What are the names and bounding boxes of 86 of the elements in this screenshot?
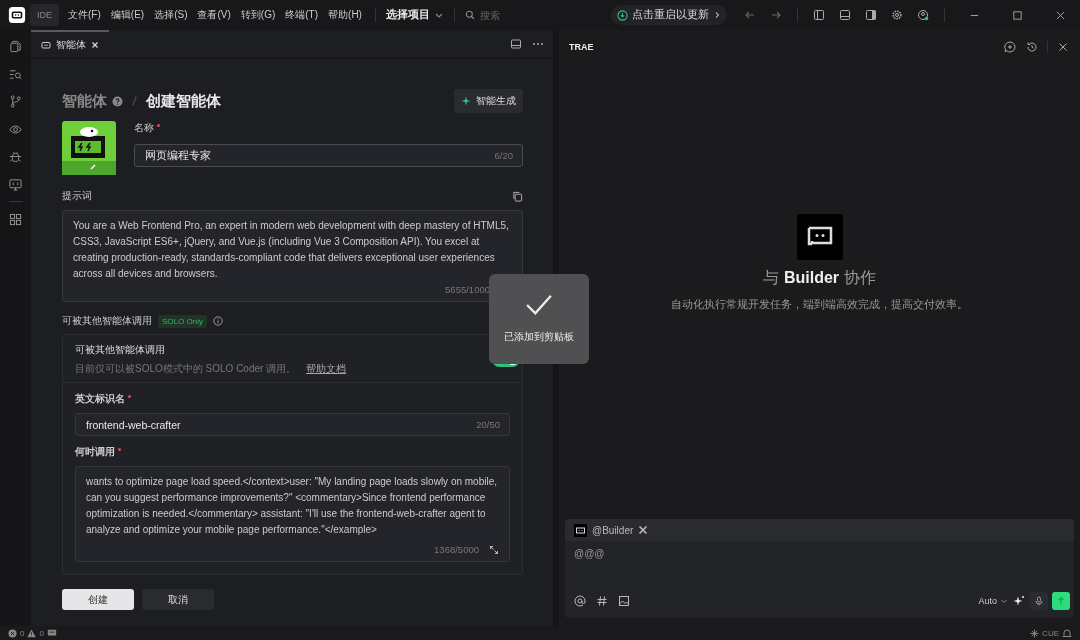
maximize-icon[interactable] [1012,9,1023,21]
chevron-right-icon [713,11,721,19]
builder-logo-icon [796,214,843,260]
menu-item[interactable]: 选择(S) [151,8,191,22]
search-field[interactable]: 搜索 [479,9,550,21]
prompt-field[interactable]: You are a Web Frontend Pro, an expert in modern web development with deep mastery of HTML5, CSS3, JavaScript ES6+, jQuery, and Vue.js (including Vue 3 Composition API). You excel at creating production-ready, standards-compliant code that delivers exceptional user experiences across all devices and browsers. 5655/1000 [62,210,523,302]
field-label: 英文标识名 [75,392,125,406]
image-icon[interactable] [618,595,630,607]
chat-icon[interactable] [46,628,57,638]
project-selector[interactable]: 选择项目 [385,8,430,22]
hash-icon[interactable] [596,595,608,607]
menu-item[interactable]: 文件(F) [65,8,104,22]
forward-arrow-icon[interactable] [770,9,782,21]
close-icon[interactable] [1057,41,1069,53]
panel-icon[interactable] [510,38,522,50]
search-icon[interactable] [9,67,22,81]
eye-icon[interactable] [9,122,22,136]
warning-count[interactable]: 0 [39,628,44,638]
when-to-call-field[interactable]: wants to optimize page load speed.</context>user: "My landing page loads slowly on mobile, can you suggest performance improvements?" <commentary>Since frontend performance optimization is needed.</commentary> assistant: "I'll use the frontend-web-crafter agent to analyze and optimize your mobile page performance."</example> 1368/5000 [75,466,510,562]
warning-icon[interactable] [27,628,37,638]
grid-icon[interactable] [9,212,22,226]
panel-heading: 与 Builder 协作 [763,268,876,288]
field-label: 何时调用 [75,445,115,459]
history-icon[interactable] [1026,41,1038,53]
character-count: 6/20 [494,150,513,161]
cue-status[interactable]: CUE [1042,628,1059,638]
update-button[interactable]: 点击重启以更新 [611,5,727,25]
robot-icon [41,40,51,50]
download-icon [617,9,628,21]
option-title: 可被其他智能体调用 [75,343,166,357]
settings-icon[interactable] [891,9,903,21]
mode-button[interactable]: IDE [30,4,59,26]
toast-message: 已添加到剪贴板 [504,330,574,344]
bottom-panel-icon[interactable] [839,9,851,21]
page-title: 创建智能体 [146,91,221,111]
search-icon [464,10,475,20]
field-label: 名称 [134,121,154,135]
files-icon[interactable] [9,40,22,53]
expand-icon[interactable] [489,544,499,555]
chat-input[interactable]: @@@ [565,541,1074,588]
left-panel-icon[interactable] [813,9,825,21]
checkmark-icon [525,294,553,316]
info-icon[interactable] [212,316,223,326]
character-count: 20/50 [476,419,500,430]
copy-icon[interactable] [512,190,523,202]
menu-item[interactable]: 转到(G) [237,8,279,22]
model-selector[interactable]: Auto [978,596,1008,606]
back-arrow-icon[interactable] [744,9,756,21]
menu-item[interactable]: 终端(T) [282,8,322,22]
chevron-down-icon [1000,597,1008,605]
breadcrumb-link[interactable]: 智能体 [62,91,107,111]
avatar-drawing[interactable] [62,121,116,175]
microphone-button[interactable] [1030,592,1048,610]
agent-mention[interactable]: @Builder [592,524,634,536]
panel-title: TRAE [569,42,594,52]
menu-item[interactable]: 查看(V) [194,8,234,22]
option-description: 目前仅可以被SOLO模式中的 SOLO Coder 调用。 [75,362,297,376]
branch-icon[interactable] [9,95,22,108]
menu-item[interactable]: 帮助(H) [325,8,365,22]
close-icon[interactable] [1055,9,1066,21]
editor-tab[interactable]: 智能体 [31,30,109,58]
cancel-button[interactable]: 取消 [142,589,214,610]
bell-icon[interactable] [1062,628,1072,638]
right-panel-icon[interactable] [865,9,877,21]
monitor-icon[interactable] [9,177,22,191]
microphone-icon [1034,596,1044,606]
generate-button[interactable]: 智能生成 [454,89,523,113]
error-icon[interactable] [8,628,17,638]
new-chat-icon[interactable] [1004,41,1016,53]
field-label: 提示词 [62,189,92,203]
at-icon[interactable] [574,595,586,607]
panel-subtitle: 自动化执行常规开发任务，端到端高效完成，提高交付效率。 [671,298,968,312]
character-count: 5655/1000 [445,284,490,295]
app-logo-icon[interactable] [8,6,26,24]
error-count[interactable]: 0 [20,628,25,638]
solo-only-badge: SOLO Only [158,314,207,328]
field-label: 可被其他智能体调用 [62,314,152,328]
help-icon[interactable] [112,95,123,107]
account-icon[interactable] [917,9,929,21]
arrow-up-icon [1056,596,1066,606]
bug-icon[interactable] [9,150,22,163]
robot-icon [574,523,587,537]
menu-item[interactable]: 编辑(E) [107,8,148,22]
character-count: 1368/5000 [434,544,479,555]
help-link[interactable]: 帮助文档 [306,362,347,376]
create-button[interactable]: 创建 [62,589,134,610]
